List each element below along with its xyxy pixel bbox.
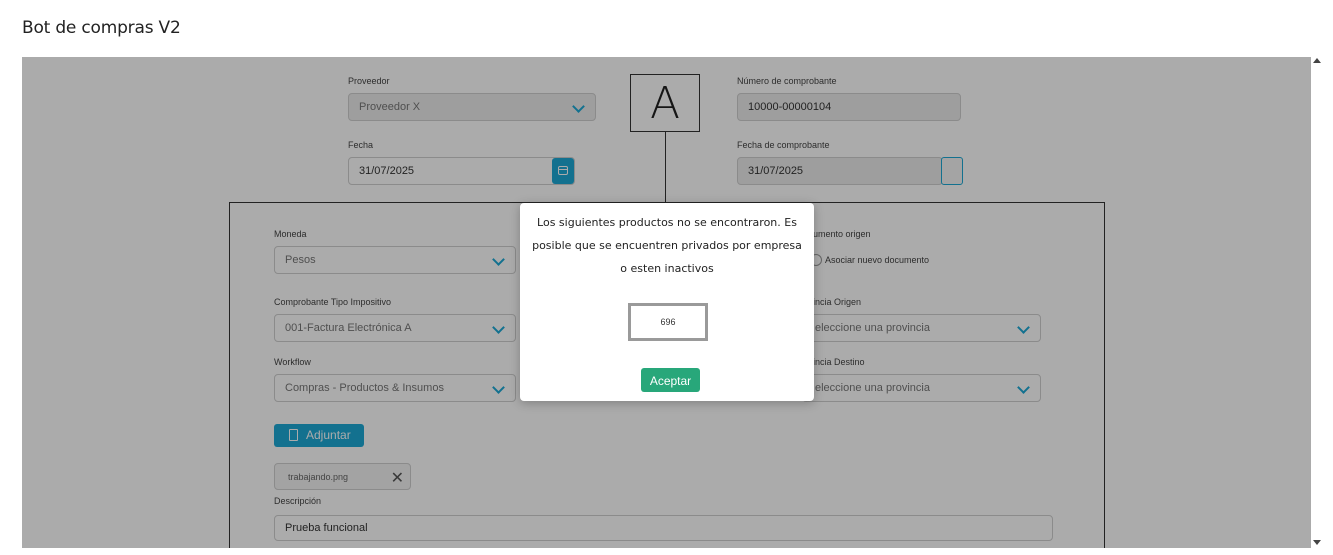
app-frame: Proveedor Proveedor X Fecha 31/07/2025 A… [22, 57, 1323, 548]
dialog-message: Los siguientes productos no se encontrar… [532, 216, 802, 275]
products-not-found-dialog: Los siguientes productos no se encontrar… [520, 203, 814, 401]
form-content: Proveedor Proveedor X Fecha 31/07/2025 A… [22, 57, 1311, 548]
scroll-down-icon[interactable] [1313, 540, 1321, 545]
aceptar-button[interactable]: Aceptar [641, 368, 700, 392]
scrollbar[interactable] [1311, 57, 1323, 548]
product-code: 696 [628, 303, 708, 341]
scroll-up-icon[interactable] [1313, 58, 1321, 63]
page-title: Bot de compras V2 [22, 18, 181, 38]
